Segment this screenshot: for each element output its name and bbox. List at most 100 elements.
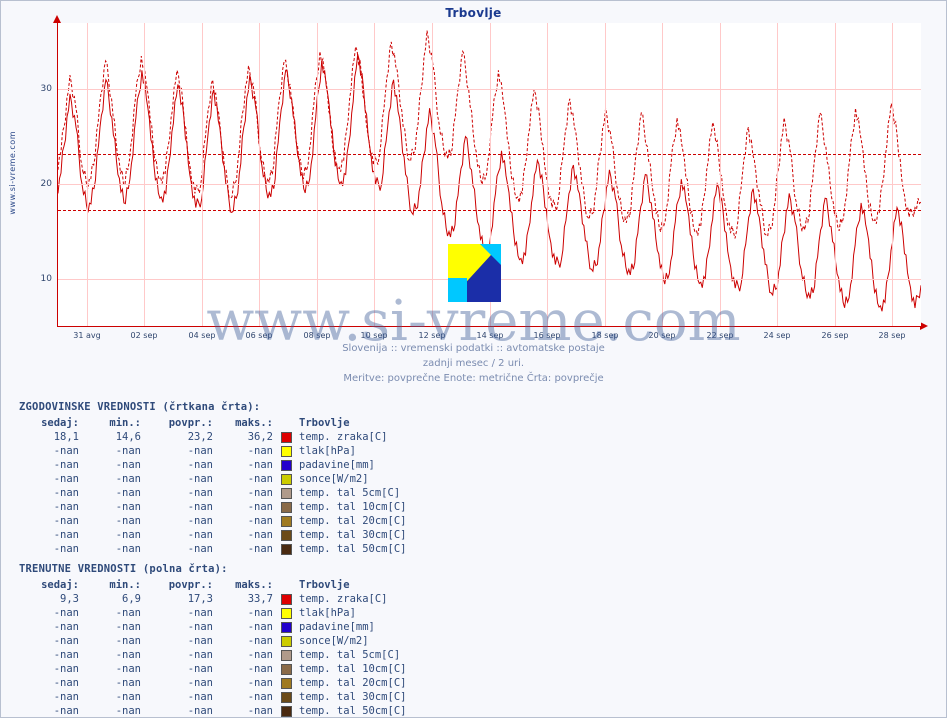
cell-min: -nan <box>115 649 141 661</box>
swatch-icon <box>280 663 292 675</box>
cell-maks: -nan <box>247 487 273 499</box>
cell-min: -nan <box>115 663 141 675</box>
cell-sedaj: -nan <box>53 487 79 499</box>
table-column-header: povpr.: <box>168 579 213 591</box>
cell-povpr: 17,3 <box>187 593 213 605</box>
cell-sedaj: -nan <box>53 705 79 717</box>
caption-line-3: Meritve: povprečne Enote: metrične Črta:… <box>343 373 604 384</box>
cell-povpr: -nan <box>187 543 213 555</box>
table-header-row: sedaj: min.: povpr.: maks.: Trbovlje <box>19 416 406 430</box>
cell-min: -nan <box>115 473 141 485</box>
legend-series-name: tlak[hPa] <box>299 607 356 619</box>
cell-maks: -nan <box>247 607 273 619</box>
legend-color-swatch <box>273 592 299 606</box>
cell-povpr: -nan <box>187 607 213 619</box>
legend-series-name: temp. tal 30cm[C] <box>299 529 407 541</box>
cell-maks: -nan <box>247 691 273 703</box>
x-axis-tick-label: 28 sep <box>878 331 906 340</box>
cell-min: -nan <box>115 529 141 541</box>
cell-sedaj: -nan <box>53 543 79 555</box>
table-row: -nan -nan -nan -nan padavine[mm] <box>19 620 406 634</box>
x-axis-tick-label: 16 sep <box>533 331 561 340</box>
x-axis-tick-label: 06 sep <box>245 331 273 340</box>
cell-povpr: -nan <box>187 515 213 527</box>
x-axis-tick-label: 14 sep <box>476 331 504 340</box>
historic-values-heading: ZGODOVINSKE VREDNOSTI (črtkana črta): <box>19 401 261 413</box>
table-row: -nan -nan -nan -nan temp. tal 20cm[C] <box>19 514 407 528</box>
table-header-row: sedaj: min.: povpr.: maks.: Trbovlje <box>19 578 406 592</box>
cell-povpr: -nan <box>187 705 213 717</box>
cell-sedaj: 18,1 <box>53 431 79 443</box>
cell-maks: -nan <box>247 663 273 675</box>
table-column-header: Trbovlje <box>299 417 350 429</box>
table-row: -nan -nan -nan -nan temp. tal 5cm[C] <box>19 648 406 662</box>
swatch-icon <box>280 431 292 443</box>
cell-maks: -nan <box>247 649 273 661</box>
x-gridline <box>259 23 260 326</box>
x-gridline <box>202 23 203 326</box>
table-row: -nan -nan -nan -nan temp. tal 50cm[C] <box>19 704 407 718</box>
x-axis-tick-label: 31 avg <box>73 331 101 340</box>
x-axis-tick-label: 10 sep <box>360 331 388 340</box>
cell-sedaj: -nan <box>53 459 79 471</box>
x-axis-tick-label: 02 sep <box>130 331 158 340</box>
legend-color-swatch <box>273 514 299 528</box>
legend-color-swatch <box>273 704 299 718</box>
legend-color-swatch <box>273 542 299 556</box>
legend-color-swatch <box>273 676 299 690</box>
legend-series-name: temp. tal 10cm[C] <box>299 663 407 675</box>
legend-series-name: temp. tal 5cm[C] <box>299 649 401 661</box>
legend-series-name: temp. tal 30cm[C] <box>299 691 407 703</box>
cell-min: -nan <box>115 621 141 633</box>
cell-sedaj: -nan <box>53 649 79 661</box>
cell-povpr: -nan <box>187 473 213 485</box>
cell-maks: -nan <box>247 459 273 471</box>
values-tables: ZGODOVINSKE VREDNOSTI (črtkana črta): se… <box>1 401 946 718</box>
cell-min: -nan <box>115 705 141 717</box>
current-values-table: sedaj: min.: povpr.: maks.: Trbovlje 9,3 6,9 17… <box>19 578 406 718</box>
cell-povpr: -nan <box>187 621 213 633</box>
table-row: -nan -nan -nan -nan temp. tal 10cm[C] <box>19 662 407 676</box>
x-axis-tick-label: 08 sep <box>303 331 331 340</box>
cell-maks: -nan <box>247 621 273 633</box>
legend-color-swatch <box>273 458 299 472</box>
cell-sedaj: -nan <box>53 607 79 619</box>
legend-color-swatch <box>273 528 299 542</box>
swatch-icon <box>280 473 292 485</box>
cell-maks: -nan <box>247 635 273 647</box>
cell-sedaj: -nan <box>53 501 79 513</box>
x-gridline <box>374 23 375 326</box>
legend-series-name: sonce[W/m2] <box>299 473 369 485</box>
table-row: -nan -nan -nan -nan temp. tal 10cm[C] <box>19 500 407 514</box>
table-column-header: maks.: <box>235 579 273 591</box>
table-row: -nan -nan -nan -nan sonce[W/m2] <box>19 634 406 648</box>
legend-series-name: sonce[W/m2] <box>299 635 369 647</box>
x-gridline <box>144 23 145 326</box>
cell-sedaj: -nan <box>53 663 79 675</box>
swatch-icon <box>280 515 292 527</box>
cell-min: -nan <box>115 501 141 513</box>
cell-maks: -nan <box>247 677 273 689</box>
cell-sedaj: -nan <box>53 445 79 457</box>
caption-line-2: zadnji mesec / 2 uri. <box>422 358 525 369</box>
cell-povpr: -nan <box>187 501 213 513</box>
site-watermark-vertical: www.si-vreme.com <box>8 131 17 215</box>
swatch-icon <box>280 501 292 513</box>
swatch-icon <box>280 635 292 647</box>
x-axis-tick-label: 04 sep <box>188 331 216 340</box>
swatch-icon <box>280 649 292 661</box>
x-axis-tick-label: 18 sep <box>591 331 619 340</box>
x-axis-tick-label: 20 sep <box>648 331 676 340</box>
table-row: -nan -nan -nan -nan padavine[mm] <box>19 458 406 472</box>
x-axis-tick-label: 22 sep <box>706 331 734 340</box>
page-root: Trbovlje www.si-vreme.com 10 20 30 31 avg 02… <box>0 0 947 718</box>
table-column-header: min.: <box>109 579 141 591</box>
table-row: -nan -nan -nan -nan tlak[hPa] <box>19 444 406 458</box>
cell-sedaj: -nan <box>53 621 79 633</box>
logo-flag-icon <box>448 244 501 302</box>
cell-maks: -nan <box>247 543 273 555</box>
swatch-icon <box>280 543 292 555</box>
legend-series-name: temp. tal 50cm[C] <box>299 705 407 717</box>
x-axis-tick-label: 26 sep <box>821 331 849 340</box>
cell-povpr: -nan <box>187 445 213 457</box>
